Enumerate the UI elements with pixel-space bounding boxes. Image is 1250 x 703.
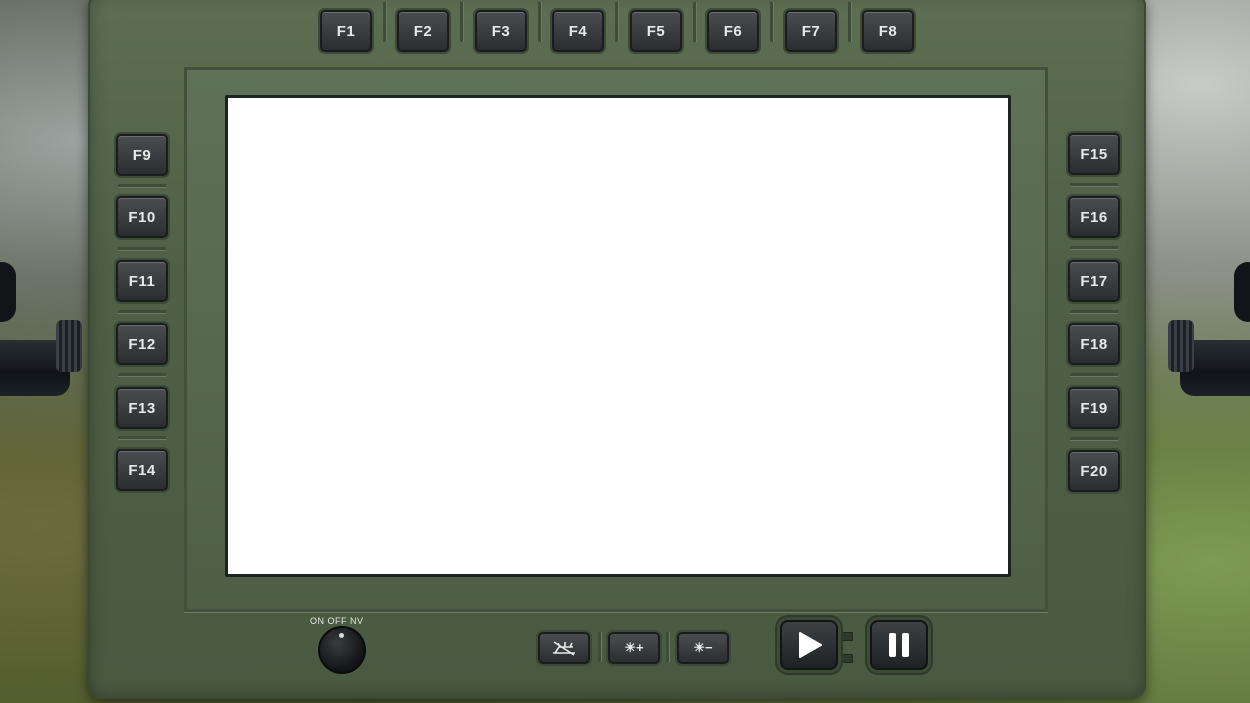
f6-button[interactable]: F6 [707,10,759,52]
divider [666,632,669,662]
f19-button[interactable]: F19 [1068,387,1120,429]
mount-knurl-left [56,320,82,372]
pause-icon [889,633,909,657]
divider [1070,437,1118,440]
play-button[interactable] [780,620,838,670]
divider [770,2,773,42]
power-mode-knob[interactable] [318,626,366,674]
brightness-down-button[interactable]: ☀− [677,632,729,664]
f18-button[interactable]: F18 [1068,323,1120,365]
mount-knob-right [1234,262,1250,322]
display-off-icon [553,641,575,656]
divider [383,2,386,42]
divider [615,2,618,42]
screen-bezel [184,67,1048,612]
f14-button[interactable]: F14 [116,449,168,491]
divider [118,247,166,250]
f10-button[interactable]: F10 [116,196,168,238]
divider [1070,246,1118,249]
display-off-button[interactable] [538,632,590,664]
divider [1070,310,1118,313]
f1-button[interactable]: F1 [320,10,372,52]
f11-button[interactable]: F11 [116,260,168,302]
f17-button[interactable]: F17 [1068,260,1120,302]
f15-button[interactable]: F15 [1068,133,1120,175]
f9-button[interactable]: F9 [116,134,168,176]
display-screen[interactable] [225,95,1011,577]
divider [538,2,541,42]
pause-button[interactable] [870,620,928,670]
divider [118,436,166,439]
f12-button[interactable]: F12 [116,323,168,365]
f8-button[interactable]: F8 [862,10,914,52]
divider [1070,373,1118,376]
divider [460,2,463,42]
divider [598,632,601,662]
f5-button[interactable]: F5 [630,10,682,52]
f16-button[interactable]: F16 [1068,196,1120,238]
mount-knob-left [0,262,16,322]
knob-indicator [339,633,344,638]
f20-button[interactable]: F20 [1068,450,1120,492]
f7-button[interactable]: F7 [785,10,837,52]
divider [693,2,696,42]
divider [118,373,166,376]
divider [1070,183,1118,186]
f13-button[interactable]: F13 [116,387,168,429]
divider [118,184,166,187]
display-unit: F1 F2 F3 F4 F5 F6 F7 F8 F9 F10 F11 F12 F… [88,0,1146,699]
divider [848,2,851,42]
f4-button[interactable]: F4 [552,10,604,52]
play-icon [799,632,822,658]
f3-button[interactable]: F3 [475,10,527,52]
f2-button[interactable]: F2 [397,10,449,52]
power-knob-label: ON OFF NV [310,616,364,626]
mount-knurl-right [1168,320,1194,372]
divider [118,310,166,313]
brightness-up-button[interactable]: ☀+ [608,632,660,664]
